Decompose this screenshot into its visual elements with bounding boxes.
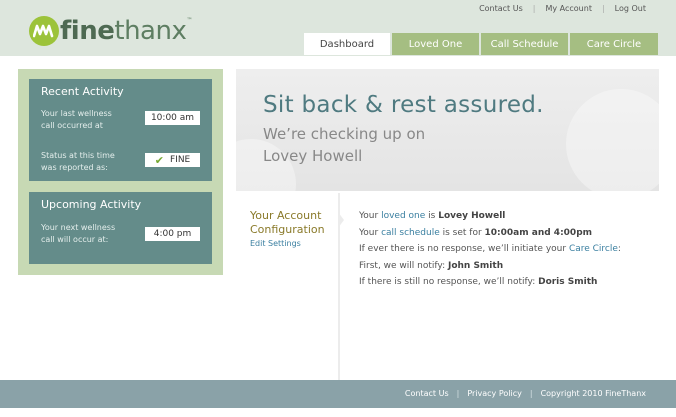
status-label: Status at this time was reported as: — [41, 150, 115, 174]
config-details: Your loved one is Lovey Howell Your call… — [359, 211, 621, 294]
tab-dashboard[interactable]: Dashboard — [304, 33, 390, 55]
decorative-circle — [566, 89, 659, 191]
text: Your — [359, 211, 382, 221]
logo-text-part2: thanx — [114, 16, 187, 46]
last-call-label: Your last wellness call occurred at — [41, 108, 112, 132]
contact-us-link[interactable]: Contact Us — [469, 4, 533, 13]
logo[interactable]: finethanx™ — [29, 16, 192, 46]
upcoming-activity-title: Upcoming Activity — [41, 198, 142, 211]
status-label-line2: was reported as: — [41, 163, 108, 172]
text: First, we will notify: — [359, 260, 448, 271]
status-value: FINE — [169, 155, 191, 165]
last-call-time: 10:00 am — [145, 111, 200, 125]
call-schedule-link[interactable]: call schedule — [381, 228, 440, 238]
last-call-label-line2: call occurred at — [41, 121, 103, 130]
footer: Contact Us | Privacy Policy | Copyright … — [0, 380, 676, 408]
next-call-time: 4:00 pm — [145, 227, 200, 241]
first-contact-line: First, we will notify: John Smith — [359, 261, 621, 278]
footer-contact-link[interactable]: Contact Us — [405, 389, 449, 398]
second-contact-line: If there is still no response, we’ll not… — [359, 277, 621, 294]
hero-subtitle-line2: Lovey Howell — [263, 147, 363, 165]
care-circle-line: If ever there is no response, we’ll init… — [359, 244, 621, 261]
logo-text: finethanx™ — [60, 16, 192, 46]
recent-activity-title: Recent Activity — [41, 85, 124, 98]
recent-activity-card: Recent Activity Your last wellness call … — [29, 79, 212, 181]
footer-privacy-link[interactable]: Privacy Policy — [467, 389, 522, 398]
hero-subtitle-line1: We’re checking up on — [263, 125, 426, 143]
my-account-link[interactable]: My Account — [535, 4, 601, 13]
text: : — [617, 244, 621, 254]
text: Your — [359, 227, 382, 238]
tab-care-circle[interactable]: Care Circle — [570, 33, 658, 55]
call-schedule-times: 10:00am and 4:00pm — [484, 227, 593, 238]
hero-banner: Sit back & rest assured. We’re checking … — [236, 69, 659, 191]
next-call-label-line1: Your next wellness — [41, 223, 116, 232]
config-heading-line1: Your Account — [250, 209, 322, 222]
loved-one-line: Your loved one is Lovey Howell — [359, 211, 621, 228]
copyright: Copyright 2010 FineThanx — [540, 389, 646, 398]
pointer-arrow — [338, 212, 344, 228]
tab-call-schedule[interactable]: Call Schedule — [481, 33, 568, 55]
header: Contact Us | My Account | Log Out fineth… — [0, 0, 676, 56]
text: If there is still no response, we’ll not… — [359, 277, 539, 287]
separator: | — [456, 389, 460, 398]
trademark: ™ — [186, 17, 192, 24]
tab-loved-one[interactable]: Loved One — [392, 33, 479, 55]
call-schedule-line: Your call schedule is set for 10:00am an… — [359, 228, 621, 245]
text: is set for — [439, 227, 485, 238]
logo-mark-icon — [29, 16, 59, 46]
logo-text-part1: fine — [60, 16, 115, 46]
next-call-label-line2: call will occur at: — [41, 235, 109, 244]
log-out-link[interactable]: Log Out — [605, 4, 656, 13]
status-badge: ✔ FINE — [145, 153, 200, 167]
top-links: Contact Us | My Account | Log Out — [469, 4, 656, 13]
separator: | — [529, 389, 533, 398]
footer-links: Contact Us | Privacy Policy | Copyright … — [405, 389, 646, 398]
text: If ever there is no response, we’ll init… — [359, 244, 569, 254]
config-heading-line2: Configuration — [250, 223, 325, 236]
second-contact-name: Doris Smith — [538, 277, 598, 287]
status-label-line1: Status at this time — [41, 151, 115, 160]
loved-one-link[interactable]: loved one — [381, 211, 425, 221]
edit-settings-link[interactable]: Edit Settings — [250, 239, 325, 248]
activity-panel: Recent Activity Your last wellness call … — [18, 69, 223, 275]
account-configuration: Your Account Configuration Edit Settings — [250, 209, 325, 248]
checkmark-icon: ✔ — [154, 153, 164, 167]
text: is — [425, 211, 439, 221]
first-contact-name: John Smith — [447, 260, 504, 271]
last-call-label-line1: Your last wellness — [41, 109, 112, 118]
hero-title: Sit back & rest assured. — [263, 92, 544, 118]
upcoming-activity-card: Upcoming Activity Your next wellness cal… — [29, 192, 212, 264]
main-tabs: Dashboard Loved One Call Schedule Care C… — [304, 33, 660, 55]
next-call-label: Your next wellness call will occur at: — [41, 222, 115, 246]
care-circle-link[interactable]: Care Circle — [569, 244, 618, 254]
loved-one-name: Lovey Howell — [438, 211, 506, 221]
